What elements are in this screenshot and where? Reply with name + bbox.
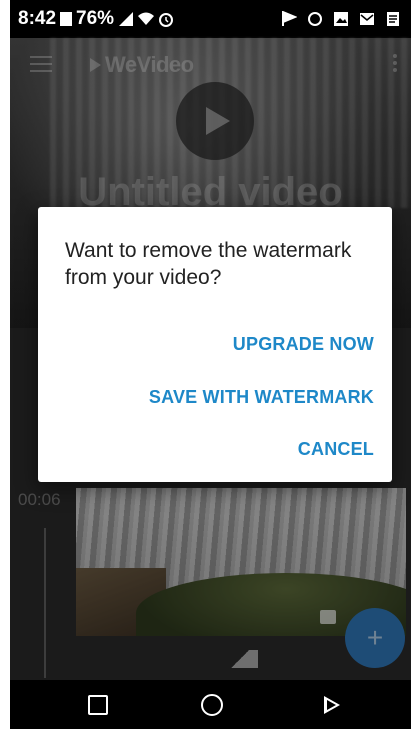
alarm-icon (159, 13, 174, 27)
whatsapp-icon (308, 12, 322, 26)
watermark-dialog: Want to remove the watermark from your v… (38, 207, 392, 482)
home-icon (201, 693, 223, 716)
mail-icon (360, 13, 374, 25)
back-button[interactable] (302, 680, 362, 729)
recents-button[interactable] (68, 680, 128, 729)
image-icon (334, 12, 348, 26)
wifi-icon (138, 12, 155, 25)
upgrade-now-button[interactable]: UPGRADE NOW (233, 334, 374, 355)
notes-icon (387, 12, 399, 26)
dialog-message: Want to remove the watermark from your v… (65, 239, 352, 289)
flag-icon (282, 11, 297, 26)
cancel-button[interactable]: CANCEL (298, 439, 374, 460)
home-button[interactable] (182, 680, 242, 729)
save-with-watermark-button[interactable]: SAVE WITH WATERMARK (149, 387, 374, 408)
recents-icon (88, 694, 108, 715)
signal-icon (119, 12, 134, 26)
status-right (281, 11, 401, 27)
system-nav-bar (10, 680, 411, 729)
app-frame: 8:42 76% WeVideo Untitled video 00:06 + … (10, 0, 411, 729)
status-time: 8:42 (18, 8, 57, 29)
battery-icon (60, 12, 73, 26)
status-bar: 8:42 76% (10, 0, 411, 38)
status-battery: 76% (76, 8, 115, 29)
back-icon (324, 695, 340, 714)
status-left: 8:42 76% (18, 8, 174, 30)
